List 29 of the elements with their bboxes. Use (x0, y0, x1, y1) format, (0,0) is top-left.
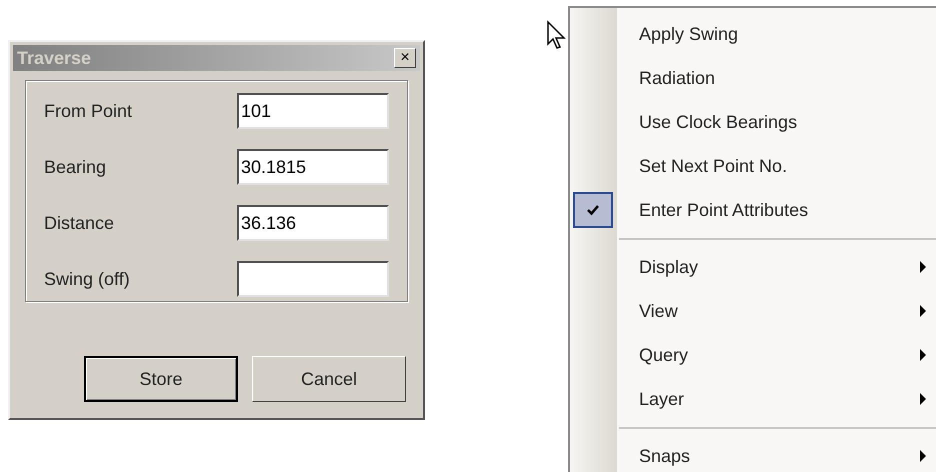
submenu-arrow-icon (919, 260, 927, 274)
menu-item[interactable]: Snaps (570, 434, 936, 472)
window-title: Traverse (17, 46, 92, 70)
text-field[interactable] (237, 261, 389, 297)
field-label: From Point (44, 100, 132, 122)
menu-item[interactable]: Enter Point Attributes (570, 188, 936, 232)
submenu-arrow-icon (919, 304, 927, 318)
cancel-button[interactable]: Cancel (252, 356, 406, 402)
menu-item[interactable]: Use Clock Bearings (570, 100, 936, 144)
field-label: Distance (44, 212, 114, 234)
menu-item[interactable]: Apply Swing (570, 12, 936, 56)
submenu-arrow-icon (919, 449, 927, 463)
menu-item[interactable]: Layer (570, 377, 936, 421)
field-label: Bearing (44, 156, 106, 179)
text-field[interactable]: 101 (237, 93, 389, 129)
menu-item[interactable]: Query (570, 333, 936, 377)
text-field[interactable]: 30.1815 (237, 149, 389, 185)
submenu-arrow-icon (919, 348, 927, 362)
text-field[interactable]: 36.136 (237, 205, 389, 241)
submenu-arrow-icon (919, 392, 927, 406)
menu-item[interactable]: Display (570, 245, 936, 289)
field-label: Swing (off) (44, 268, 130, 291)
mouse-pointer-icon (546, 20, 568, 50)
close-button[interactable]: × (394, 48, 416, 68)
store-button[interactable]: Store (84, 356, 238, 402)
menu-item[interactable]: View (570, 289, 936, 333)
menu-item[interactable]: Radiation (570, 56, 936, 100)
menu-item[interactable]: Set Next Point No. (570, 144, 936, 188)
check-icon (573, 192, 613, 228)
